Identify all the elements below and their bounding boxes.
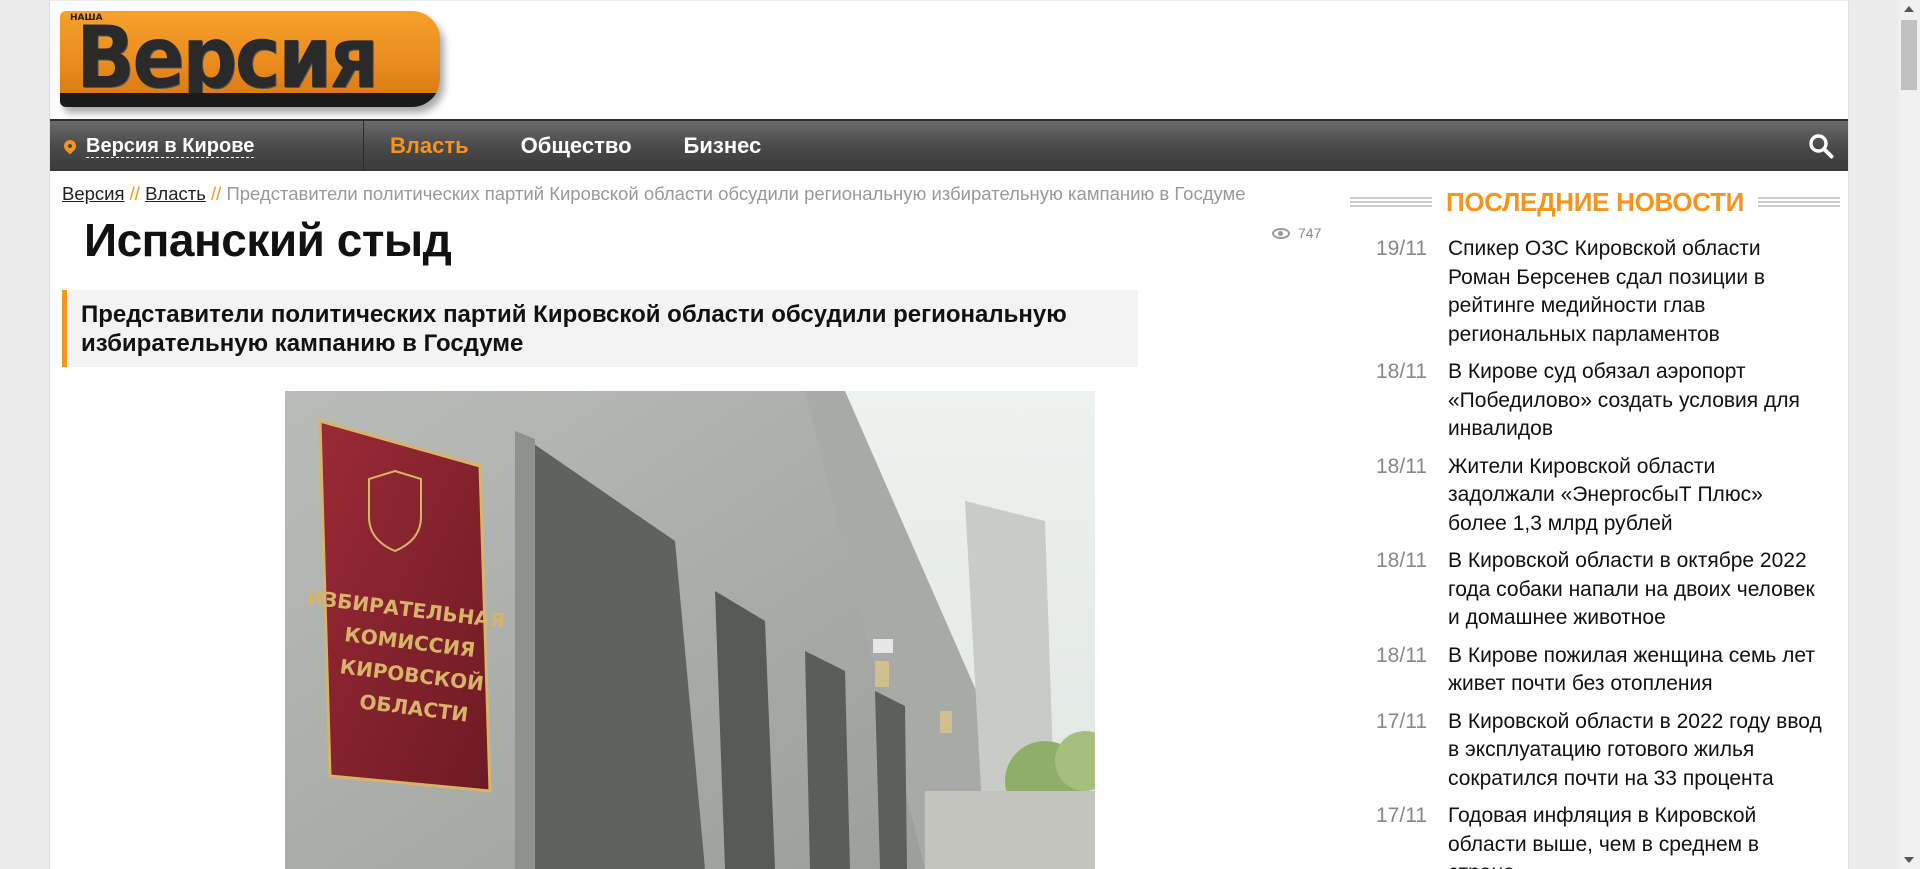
latest-news-list: 19/11 Спикер ОЗС Кировской области Роман… [1376,235,1826,869]
news-item[interactable]: 19/11 Спикер ОЗС Кировской области Роман… [1376,235,1826,349]
news-headline[interactable]: В Кирове пожилая женщина семь лет живет … [1448,642,1826,699]
news-headline[interactable]: В Кирове суд обязал аэропорт «Победилово… [1448,358,1826,444]
article-lead: Представители политических партий Кировс… [62,290,1138,367]
news-headline[interactable]: Спикер ОЗС Кировской области Роман Берсе… [1448,235,1826,349]
breadcrumb-separator: // [129,183,140,204]
news-item[interactable]: 18/11 В Кирове суд обязал аэропорт «Побе… [1376,358,1826,444]
breadcrumb-separator: // [211,183,222,204]
news-headline[interactable]: Жители Кировской области задолжали «Энер… [1448,453,1826,539]
header: НАША Версия [50,1,1848,119]
logo-word: Версия [76,11,379,107]
page: НАША Версия Версия в Кирове Власть Общес… [49,1,1849,869]
news-date: 17/11 [1376,804,1427,827]
decorative-lines [1350,197,1432,207]
photo-illustration: ИЗБИРАТЕЛЬНАЯ КОМИССИЯ КИРОВСКОЙ ОБЛАСТИ [285,391,1095,869]
latest-news-title[interactable]: ПОСЛЕДНИЕ НОВОСТИ [1432,187,1758,218]
map-pin-icon [61,137,79,155]
news-date: 18/11 [1376,643,1427,667]
page-scrollbar[interactable] [1898,0,1920,869]
eye-icon [1272,227,1290,239]
logo-bar [60,93,440,107]
scroll-down-arrow-icon[interactable] [1904,857,1914,863]
nav-item-biznes[interactable]: Бизнес [684,133,762,159]
news-item[interactable]: 18/11 В Кировской области в октябре 2022… [1376,547,1826,633]
scroll-up-arrow-icon[interactable] [1904,6,1914,12]
news-date: 18/11 [1376,360,1427,383]
article-title: Испанский стыд [84,214,452,266]
view-counter: 747 [1272,225,1321,241]
news-date: 19/11 [1376,237,1427,260]
nav-item-vlast[interactable]: Власть [390,133,469,159]
breadcrumb-current: Представители политических партий Кировс… [226,183,1246,204]
breadcrumb-section[interactable]: Власть [145,183,206,204]
news-item[interactable]: 17/11 Годовая инфляция в Кировской облас… [1376,802,1826,869]
main-navbar: Версия в Кирове Власть Общество Бизнес [50,119,1848,171]
breadcrumb-home[interactable]: Версия [62,183,125,204]
news-date: 18/11 [1376,454,1427,478]
news-headline[interactable]: В Кировской области в октябре 2022 года … [1448,547,1826,633]
article-photo: ИЗБИРАТЕЛЬНАЯ КОМИССИЯ КИРОВСКОЙ ОБЛАСТИ [285,391,1095,869]
news-item[interactable]: 17/11 В Кировской области в 2022 году вв… [1376,708,1826,794]
nav-item-obshchestvo[interactable]: Общество [521,133,632,159]
news-headline[interactable]: В Кировской области в 2022 году ввод в э… [1448,708,1826,794]
news-headline[interactable]: Годовая инфляция в Кировской области выш… [1448,802,1826,869]
news-item[interactable]: 18/11 В Кирове пожилая женщина семь лет … [1376,642,1826,699]
location-selector[interactable]: Версия в Кирове [50,121,364,171]
decorative-lines [1758,197,1841,207]
news-item[interactable]: 18/11 Жители Кировской области задолжали… [1376,453,1826,539]
site-logo[interactable]: НАША Версия [60,11,440,107]
scrollbar-thumb[interactable] [1901,20,1917,90]
view-count: 747 [1298,225,1322,241]
nav-menu: Власть Общество Бизнес [390,121,761,171]
news-date: 18/11 [1376,549,1427,572]
latest-news-header: ПОСЛЕДНИЕ НОВОСТИ [1350,187,1841,218]
location-label: Версия в Кирове [86,134,255,158]
search-icon[interactable] [1808,133,1834,159]
breadcrumb: Версия // Власть // Представители полити… [62,183,1246,205]
news-date: 17/11 [1376,709,1427,733]
